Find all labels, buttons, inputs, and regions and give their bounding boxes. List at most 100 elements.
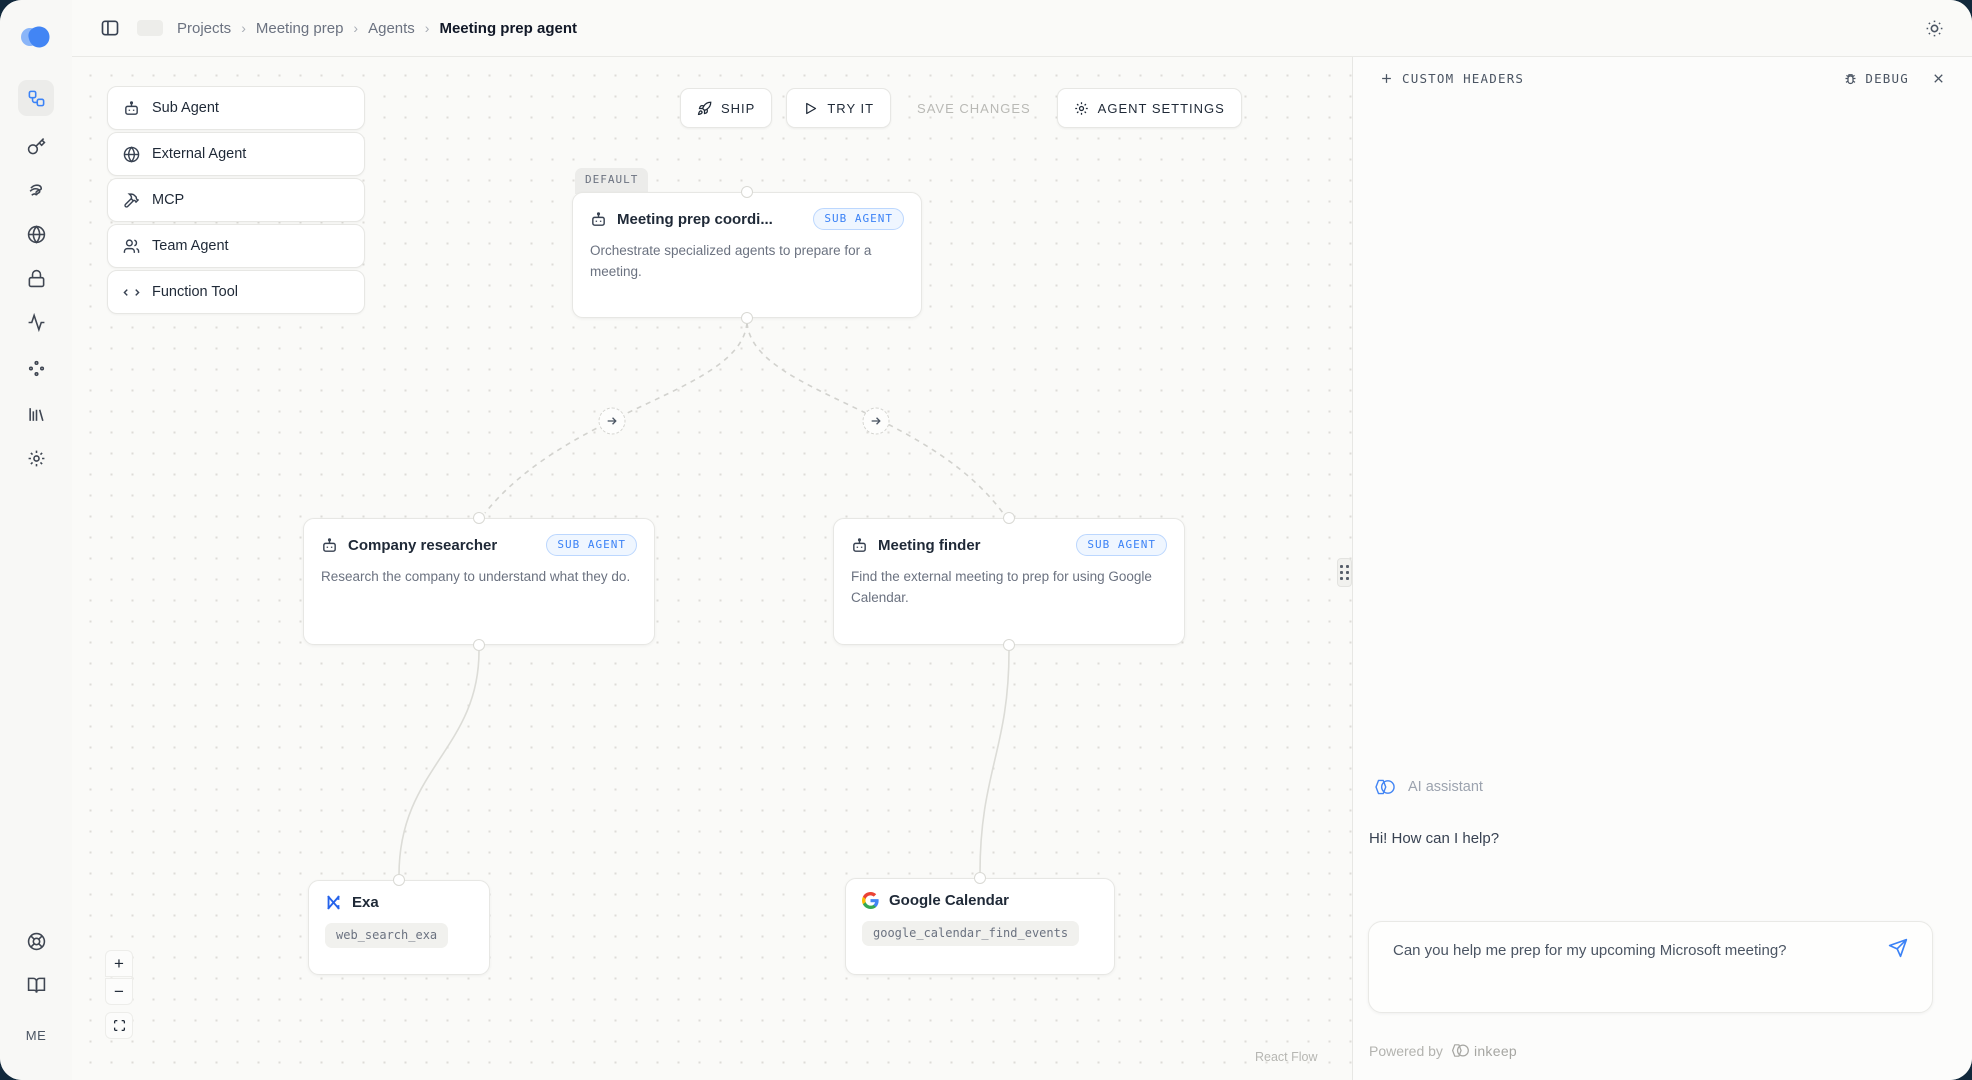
- globe-icon: [27, 225, 46, 244]
- app-window: ME Projects › Meeting prep › Agents › Me…: [0, 0, 1972, 1080]
- sub-agent-badge: SUB AGENT: [1076, 534, 1167, 556]
- breadcrumb: Projects › Meeting prep › Agents › Meeti…: [177, 20, 577, 37]
- node-handle[interactable]: [1003, 639, 1015, 651]
- panel-toggle-icon[interactable]: [97, 15, 123, 41]
- sidebar-item-activity[interactable]: [18, 304, 54, 340]
- palette-sub-agent[interactable]: Sub Agent: [107, 86, 365, 130]
- flow-canvas[interactable]: Sub Agent External Agent MCP Team Agent …: [72, 57, 1352, 1080]
- code-icon: [123, 284, 140, 301]
- node-handle[interactable]: [393, 874, 405, 886]
- breadcrumb-separator: ›: [425, 20, 430, 36]
- palette-mcp[interactable]: MCP: [107, 178, 365, 222]
- palette-label: Sub Agent: [152, 100, 219, 116]
- default-agent-tag: DEFAULT: [575, 168, 648, 194]
- activity-icon: [27, 313, 46, 332]
- palette-label: MCP: [152, 192, 184, 208]
- powered-by[interactable]: Powered by inkeep: [1369, 1042, 1517, 1059]
- try-it-label: TRY IT: [827, 101, 874, 116]
- chat-input[interactable]: Can you help me prep for my upcoming Mic…: [1393, 939, 1842, 964]
- edge-transfer-badge[interactable]: [599, 408, 626, 435]
- node-exa-tool[interactable]: Exa web_search_exa: [308, 880, 490, 975]
- icon-rail: ME: [0, 0, 72, 1080]
- inkeep-logo-gray-icon: [1450, 1042, 1470, 1059]
- breadcrumb-separator: ›: [353, 20, 358, 36]
- arrow-right-icon: [606, 415, 619, 428]
- edge-transfer-badge[interactable]: [863, 408, 890, 435]
- chat-panel-header: CUSTOM HEADERS DEBUG: [1353, 57, 1972, 99]
- node-title: Meeting prep coordi...: [617, 211, 773, 228]
- robot-icon: [851, 537, 868, 554]
- chat-input-card: Can you help me prep for my upcoming Mic…: [1368, 921, 1933, 1013]
- sidebar-item-library[interactable]: [18, 396, 54, 432]
- agent-settings-label: AGENT SETTINGS: [1098, 101, 1225, 116]
- palette-team-agent[interactable]: Team Agent: [107, 224, 365, 268]
- breadcrumb-projects[interactable]: Projects: [177, 20, 231, 37]
- node-palette: Sub Agent External Agent MCP Team Agent …: [107, 86, 365, 314]
- tool-id-pill: web_search_exa: [325, 923, 448, 948]
- brand-label: inkeep: [1474, 1043, 1517, 1059]
- node-title: Exa: [352, 894, 379, 911]
- robot-icon: [321, 537, 338, 554]
- node-coordinator[interactable]: Meeting prep coordi... SUB AGENT Orchest…: [572, 192, 922, 318]
- agent-settings-button[interactable]: AGENT SETTINGS: [1057, 88, 1242, 128]
- arrow-right-icon: [870, 415, 883, 428]
- node-handle[interactable]: [473, 512, 485, 524]
- sidebar-item-external[interactable]: [18, 216, 54, 252]
- custom-headers-button[interactable]: CUSTOM HEADERS: [1379, 71, 1524, 86]
- palette-function-tool[interactable]: Function Tool: [107, 270, 365, 314]
- try-it-button[interactable]: TRY IT: [786, 88, 891, 128]
- debug-button[interactable]: DEBUG: [1843, 71, 1909, 86]
- close-icon: [1931, 71, 1946, 86]
- zoom-in-button[interactable]: +: [105, 950, 133, 977]
- assistant-name: AI assistant: [1408, 779, 1483, 795]
- node-handle[interactable]: [741, 186, 753, 198]
- fit-view-button[interactable]: [105, 1012, 133, 1039]
- sidebar-item-help[interactable]: [18, 923, 54, 959]
- inkeep-logo-icon: [18, 22, 54, 52]
- node-handle[interactable]: [473, 639, 485, 651]
- traces-icon: [27, 181, 46, 200]
- breadcrumb-current: Meeting prep agent: [439, 20, 577, 37]
- node-title: Google Calendar: [889, 892, 1009, 909]
- send-icon: [1888, 938, 1908, 958]
- breadcrumb-agents[interactable]: Agents: [368, 20, 415, 37]
- sidebar-item-traces[interactable]: [18, 172, 54, 208]
- play-icon: [803, 101, 818, 116]
- inkeep-assistant-icon: [1373, 777, 1396, 797]
- sidebar-item-components[interactable]: [18, 350, 54, 386]
- close-panel-button[interactable]: [1931, 71, 1946, 86]
- rocket-icon: [697, 101, 712, 116]
- node-handle[interactable]: [1003, 512, 1015, 524]
- life-ring-icon: [27, 932, 46, 951]
- globe-icon: [123, 146, 140, 163]
- node-handle[interactable]: [741, 312, 753, 324]
- hammer-icon: [123, 192, 140, 209]
- theme-toggle-button[interactable]: [1925, 19, 1944, 38]
- sidebar-item-settings[interactable]: [18, 440, 54, 476]
- send-button[interactable]: [1888, 938, 1908, 963]
- zoom-out-button[interactable]: −: [105, 978, 133, 1005]
- palette-external-agent[interactable]: External Agent: [107, 132, 365, 176]
- sidebar-item-credentials[interactable]: [18, 260, 54, 296]
- node-description: Research the company to understand what …: [321, 567, 637, 588]
- save-changes-button[interactable]: SAVE CHANGES: [905, 88, 1043, 128]
- node-google-calendar-tool[interactable]: Google Calendar google_calendar_find_eve…: [845, 878, 1115, 975]
- sidebar-item-graph[interactable]: [18, 80, 54, 116]
- breadcrumb-project[interactable]: Meeting prep: [256, 20, 344, 37]
- powered-by-label: Powered by: [1369, 1043, 1443, 1059]
- node-company-researcher[interactable]: Company researcher SUB AGENT Research th…: [303, 518, 655, 645]
- node-handle[interactable]: [974, 872, 986, 884]
- avatar[interactable]: ME: [0, 1028, 72, 1043]
- sidebar-item-api-keys[interactable]: [18, 128, 54, 164]
- plus-icon: [1379, 71, 1394, 86]
- gear-icon: [27, 449, 46, 468]
- top-bar: Projects › Meeting prep › Agents › Meeti…: [72, 0, 1972, 57]
- custom-headers-label: CUSTOM HEADERS: [1402, 71, 1524, 86]
- panel-resize-grip[interactable]: [1337, 558, 1352, 587]
- assistant-header: AI assistant: [1373, 777, 1483, 797]
- org-switcher-skeleton: [137, 20, 163, 36]
- ship-button[interactable]: SHIP: [680, 88, 772, 128]
- debug-label: DEBUG: [1865, 71, 1909, 86]
- node-meeting-finder[interactable]: Meeting finder SUB AGENT Find the extern…: [833, 518, 1185, 645]
- sidebar-item-docs[interactable]: [18, 967, 54, 1003]
